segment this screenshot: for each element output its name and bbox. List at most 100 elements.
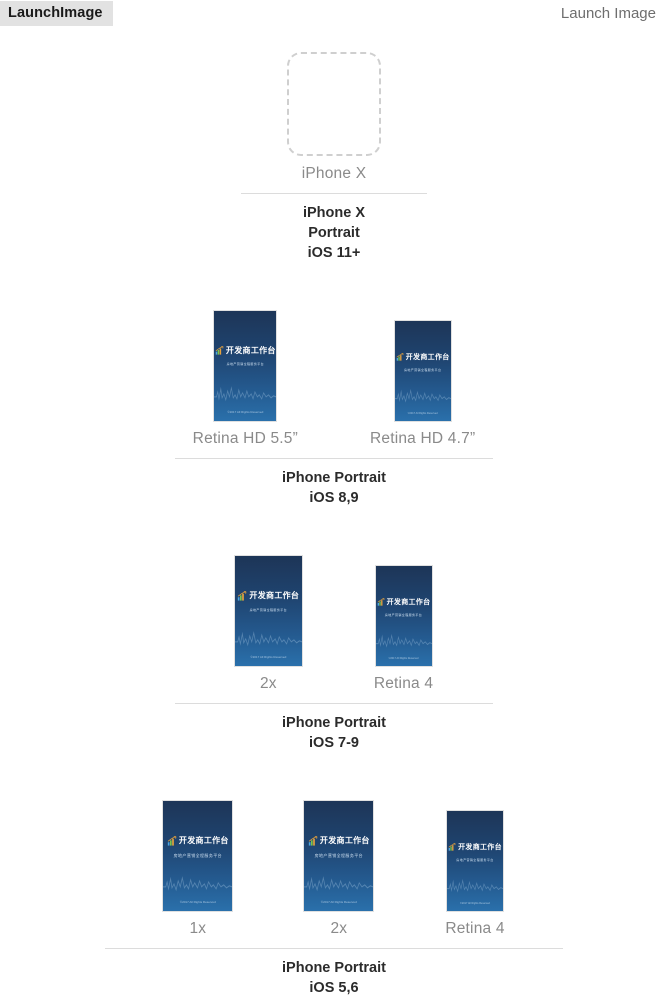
bar-chart-icon xyxy=(448,843,456,851)
copyright-footer: ©2017 All Rights Reserved xyxy=(250,655,287,660)
caption-line: iPhone Portrait xyxy=(282,715,386,731)
slot-row: 开发商工作台 房地产营销全程服务平台 ©2017 All Rights Reserv… xyxy=(234,556,433,693)
launch-image-thumbnail[interactable]: 开发商工作台 房地产营销全程服务平台 ©2017 All Rights Reserv… xyxy=(447,811,503,911)
brand-row: 开发商工作台 xyxy=(237,590,299,601)
waveform-graphic xyxy=(447,878,503,893)
bar-chart-icon xyxy=(377,598,385,606)
asset-type-label: Launch Image xyxy=(560,4,656,22)
brand-subtitle: 房地产营销全程服务平台 xyxy=(249,607,288,612)
slot-label: iPhone X xyxy=(301,165,367,182)
brand-block: 开发商工作台 房地产营销全程服务平台 xyxy=(395,352,451,372)
section-caption: iPhone Portrait iOS 8,9 xyxy=(282,468,386,508)
caption-line: iOS 8,9 xyxy=(309,490,359,506)
brand-block: 开发商工作台房地产营销全程服务平台 xyxy=(214,345,276,366)
brand-subtitle: 房地产营销全程服务平台 xyxy=(226,362,265,367)
breadcrumb-launchimage-tab[interactable]: LaunchImage xyxy=(0,0,113,26)
waveform-graphic xyxy=(234,630,302,646)
empty-image-well[interactable] xyxy=(287,52,381,156)
caption-line: iPhone Portrait xyxy=(282,470,386,486)
image-set-section: 开发商工作台 房地产营销全程服务平台 ©2017 All Rights Reserv… xyxy=(0,311,668,508)
brand-row: 开发商工作台 xyxy=(215,345,276,356)
slot-label: Retina 4 xyxy=(445,920,505,937)
copyright-footer: ©2017 All Rights Reserved xyxy=(227,410,264,415)
section-divider xyxy=(105,948,563,949)
waveform-graphic xyxy=(163,875,233,891)
brand-title: 开发商工作台 xyxy=(458,844,502,851)
brand-subtitle: 房地产营销全程服务平台 xyxy=(173,852,223,858)
caption-line: Portrait xyxy=(308,225,360,241)
slot-label: 2x xyxy=(330,920,348,937)
section-caption: iPhone Portrait iOS 7-9 xyxy=(282,713,386,753)
brand-subtitle: 房地产营销全程服务平台 xyxy=(403,367,442,372)
image-set-section: 开发商工作台 房地产营销全程服务平台 ©2017 All Rights Reserv… xyxy=(0,801,668,998)
brand-block: 开发商工作台 房地产营销全程服务平台 xyxy=(376,597,432,617)
bar-chart-icon xyxy=(167,835,177,846)
slot-row: iPhone X xyxy=(287,52,381,183)
section-divider xyxy=(175,458,493,459)
launch-image-thumbnail[interactable]: 开发商工作台房地产营销全程服务平台 ©2017 All Rights Reserv… xyxy=(163,801,233,911)
slot-row: 开发商工作台 房地产营销全程服务平台 ©2017 All Rights Reserv… xyxy=(193,311,476,448)
breadcrumb-header: LaunchImage Launch Image xyxy=(0,0,668,26)
brand-subtitle: 房地产营销全程服务平台 xyxy=(314,852,364,858)
brand-row: 开发商工作台 xyxy=(448,842,502,852)
caption-line: iOS 11+ xyxy=(307,245,361,261)
image-slot[interactable]: 开发商工作台房地产营销全程服务平台 ©2017 All Rights Reserv… xyxy=(234,556,302,693)
waveform-graphic xyxy=(375,633,432,648)
image-slot[interactable]: 开发商工作台房地产营销全程服务平台 ©2017 All Rights Reserv… xyxy=(163,801,233,938)
section-caption: iPhone X Portrait iOS 11+ xyxy=(303,203,365,263)
slot-label: Retina 4 xyxy=(373,675,434,692)
waveform-graphic xyxy=(394,388,451,403)
image-slot[interactable]: iPhone X xyxy=(287,52,381,183)
launch-image-thumbnail[interactable]: 开发商工作台房地产营销全程服务平台 ©2017 All Rights Reserv… xyxy=(234,556,302,666)
brand-block: 开发商工作台房地产营销全程服务平台 xyxy=(304,835,373,859)
bar-chart-icon xyxy=(215,346,224,355)
launch-image-set-grid: iPhone XiPhone X Portrait iOS 11+ 开发商工作台 房地产… xyxy=(0,26,668,998)
bar-chart-icon xyxy=(238,590,247,601)
brand-title: 开发商工作台 xyxy=(178,836,229,846)
copyright-footer: ©2017 All Rights Reserved xyxy=(179,900,216,905)
brand-row: 开发商工作台 xyxy=(167,835,229,846)
brand-row: 开发商工作台 xyxy=(377,597,431,607)
copyright-footer: ©2017 All Rights Reserved xyxy=(460,902,490,905)
caption-line: iOS 7-9 xyxy=(309,735,359,751)
image-slot[interactable]: 开发商工作台房地产营销全程服务平台 ©2017 All Rights Reserv… xyxy=(304,801,374,938)
brand-subtitle: 房地产营销全程服务平台 xyxy=(456,857,494,862)
image-slot[interactable]: 开发商工作台房地产营销全程服务平台 ©2017 All Rights Reserv… xyxy=(193,311,298,448)
slot-label: 1x xyxy=(189,920,207,937)
image-slot[interactable]: 开发商工作台 房地产营销全程服务平台 ©2017 All Rights Reserv… xyxy=(445,811,504,938)
brand-block: 开发商工作台房地产营销全程服务平台 xyxy=(163,835,232,859)
image-set-section: iPhone X iPhone X Portrait iOS 11+ xyxy=(0,52,668,263)
launch-image-thumbnail[interactable]: 开发商工作台房地产营销全程服务平台 ©2017 All Rights Reserv… xyxy=(214,311,277,421)
slot-label: Retina HD 5.5” xyxy=(192,430,298,447)
caption-line: iPhone Portrait xyxy=(282,960,386,976)
caption-line: iOS 5,6 xyxy=(309,980,359,996)
brand-title: 开发商工作台 xyxy=(225,346,276,356)
image-slot[interactable]: 开发商工作台 房地产营销全程服务平台 ©2017 All Rights Reserv… xyxy=(370,321,475,448)
brand-block: 开发商工作台房地产营销全程服务平台 xyxy=(235,590,302,612)
slot-label: 2x xyxy=(259,675,277,692)
brand-title: 开发商工作台 xyxy=(386,599,431,606)
section-divider xyxy=(241,193,427,194)
section-caption: iPhone Portrait iOS 5,6 xyxy=(282,958,386,998)
image-set-section: 开发商工作台 房地产营销全程服务平台 ©2017 All Rights Reserv… xyxy=(0,556,668,753)
slot-row: 开发商工作台 房地产营销全程服务平台 ©2017 All Rights Reserv… xyxy=(163,801,504,938)
brand-row: 开发商工作台 xyxy=(308,835,370,846)
bar-chart-icon xyxy=(396,353,404,361)
copyright-footer: ©2017 All Rights Reserved xyxy=(407,412,438,415)
bar-chart-icon xyxy=(308,835,318,846)
brand-block: 开发商工作台 房地产营销全程服务平台 xyxy=(447,842,503,862)
brand-title: 开发商工作台 xyxy=(249,591,300,601)
waveform-graphic xyxy=(304,875,374,891)
copyright-footer: ©2017 All Rights Reserved xyxy=(388,657,419,660)
launch-image-thumbnail[interactable]: 开发商工作台 房地产营销全程服务平台 ©2017 All Rights Reserv… xyxy=(375,566,432,666)
launch-image-thumbnail[interactable]: 开发商工作台房地产营销全程服务平台 ©2017 All Rights Reserv… xyxy=(304,801,374,911)
copyright-footer: ©2017 All Rights Reserved xyxy=(320,900,357,905)
brand-row: 开发商工作台 xyxy=(396,352,450,362)
brand-title: 开发商工作台 xyxy=(405,354,450,361)
brand-subtitle: 房地产营销全程服务平台 xyxy=(384,612,423,617)
launch-image-thumbnail[interactable]: 开发商工作台 房地产营销全程服务平台 ©2017 All Rights Reserv… xyxy=(394,321,451,421)
section-divider xyxy=(175,703,493,704)
image-slot[interactable]: 开发商工作台 房地产营销全程服务平台 ©2017 All Rights Reserv… xyxy=(374,566,433,693)
caption-line: iPhone X xyxy=(302,205,366,221)
waveform-graphic xyxy=(214,385,277,401)
